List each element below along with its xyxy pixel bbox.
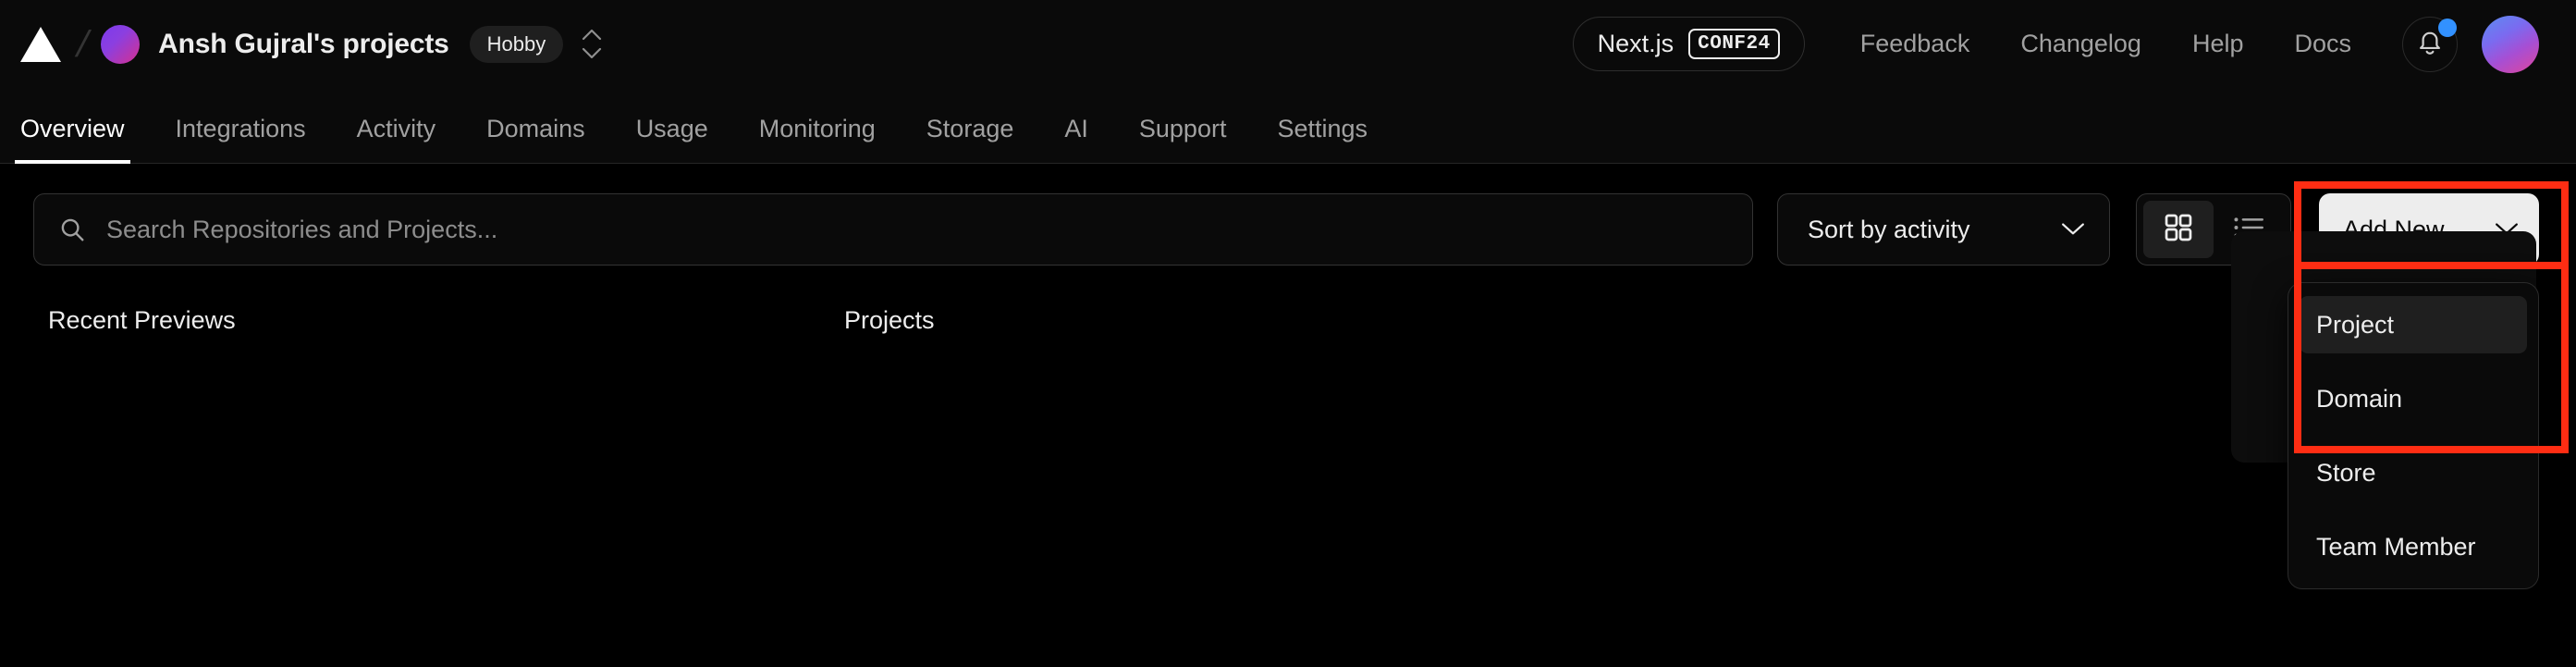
menu-spacer [2300, 501, 2527, 518]
top-header: / Ansh Gujral's projects Hobby Next.js C… [0, 0, 2576, 88]
chevron-down-icon [2061, 222, 2085, 237]
nextjs-conf-label: Next.js [1597, 30, 1674, 57]
team-switcher-chevron-up-down-icon[interactable] [582, 29, 602, 59]
help-link[interactable]: Help [2192, 30, 2244, 58]
menu-item-project[interactable]: Project [2300, 296, 2527, 353]
tab-domains[interactable]: Domains [486, 115, 585, 164]
search-placeholder: Search Repositories and Projects... [106, 215, 498, 243]
menu-spacer [2300, 353, 2527, 370]
dashboard-content: Recent Previews Projects [0, 266, 2576, 334]
tab-support[interactable]: Support [1139, 115, 1227, 164]
projects-toolbar: Search Repositories and Projects... Sort… [0, 164, 2576, 589]
breadcrumb-separator: / [72, 23, 93, 65]
team-avatar[interactable] [101, 24, 141, 64]
menu-item-store[interactable]: Store [2300, 444, 2527, 501]
changelog-link[interactable]: Changelog [2020, 30, 2141, 58]
vercel-triangle-logo-icon[interactable] [20, 26, 61, 62]
tab-ai[interactable]: AI [1064, 115, 1088, 164]
primary-tab-bar: Overview Integrations Activity Domains U… [0, 88, 2576, 164]
menu-item-domain[interactable]: Domain [2300, 370, 2527, 427]
vercel-dashboard: / Ansh Gujral's projects Hobby Next.js C… [0, 0, 2576, 667]
conf24-tag: CONF24 [1688, 28, 1780, 60]
recent-previews-heading: Recent Previews [48, 306, 236, 334]
grid-view-button[interactable] [2143, 201, 2214, 258]
tab-overview[interactable]: Overview [15, 115, 130, 164]
tab-integrations[interactable]: Integrations [176, 115, 306, 164]
menu-spacer [2300, 427, 2527, 444]
search-icon [58, 216, 86, 243]
notifications-button[interactable] [2402, 16, 2458, 72]
unread-notification-dot [2438, 18, 2457, 37]
feedback-link[interactable]: Feedback [1860, 30, 1970, 58]
sort-by-value: Sort by activity [1808, 215, 1970, 243]
tab-activity[interactable]: Activity [357, 115, 436, 164]
plan-badge[interactable]: Hobby [469, 25, 564, 63]
add-new-dropdown-menu: Project Domain Store Team Member [2288, 282, 2539, 589]
projects-heading: Projects [844, 306, 935, 334]
tab-monitoring[interactable]: Monitoring [759, 115, 876, 164]
docs-link[interactable]: Docs [2294, 30, 2351, 58]
sort-by-select[interactable]: Sort by activity [1777, 193, 2110, 266]
tab-storage[interactable]: Storage [926, 115, 1014, 164]
menu-item-team-member[interactable]: Team Member [2300, 518, 2527, 575]
tab-settings[interactable]: Settings [1277, 115, 1368, 164]
tab-usage[interactable]: Usage [636, 115, 708, 164]
search-input[interactable]: Search Repositories and Projects... [33, 193, 1753, 266]
header-right-group: Next.js CONF24 Feedback Changelog Help D… [1572, 15, 2539, 73]
grid-view-icon [2165, 214, 2192, 246]
nextjs-conf-pill[interactable]: Next.js CONF24 [1572, 16, 1805, 72]
user-avatar[interactable] [2482, 15, 2539, 73]
team-name[interactable]: Ansh Gujral's projects [158, 29, 449, 60]
